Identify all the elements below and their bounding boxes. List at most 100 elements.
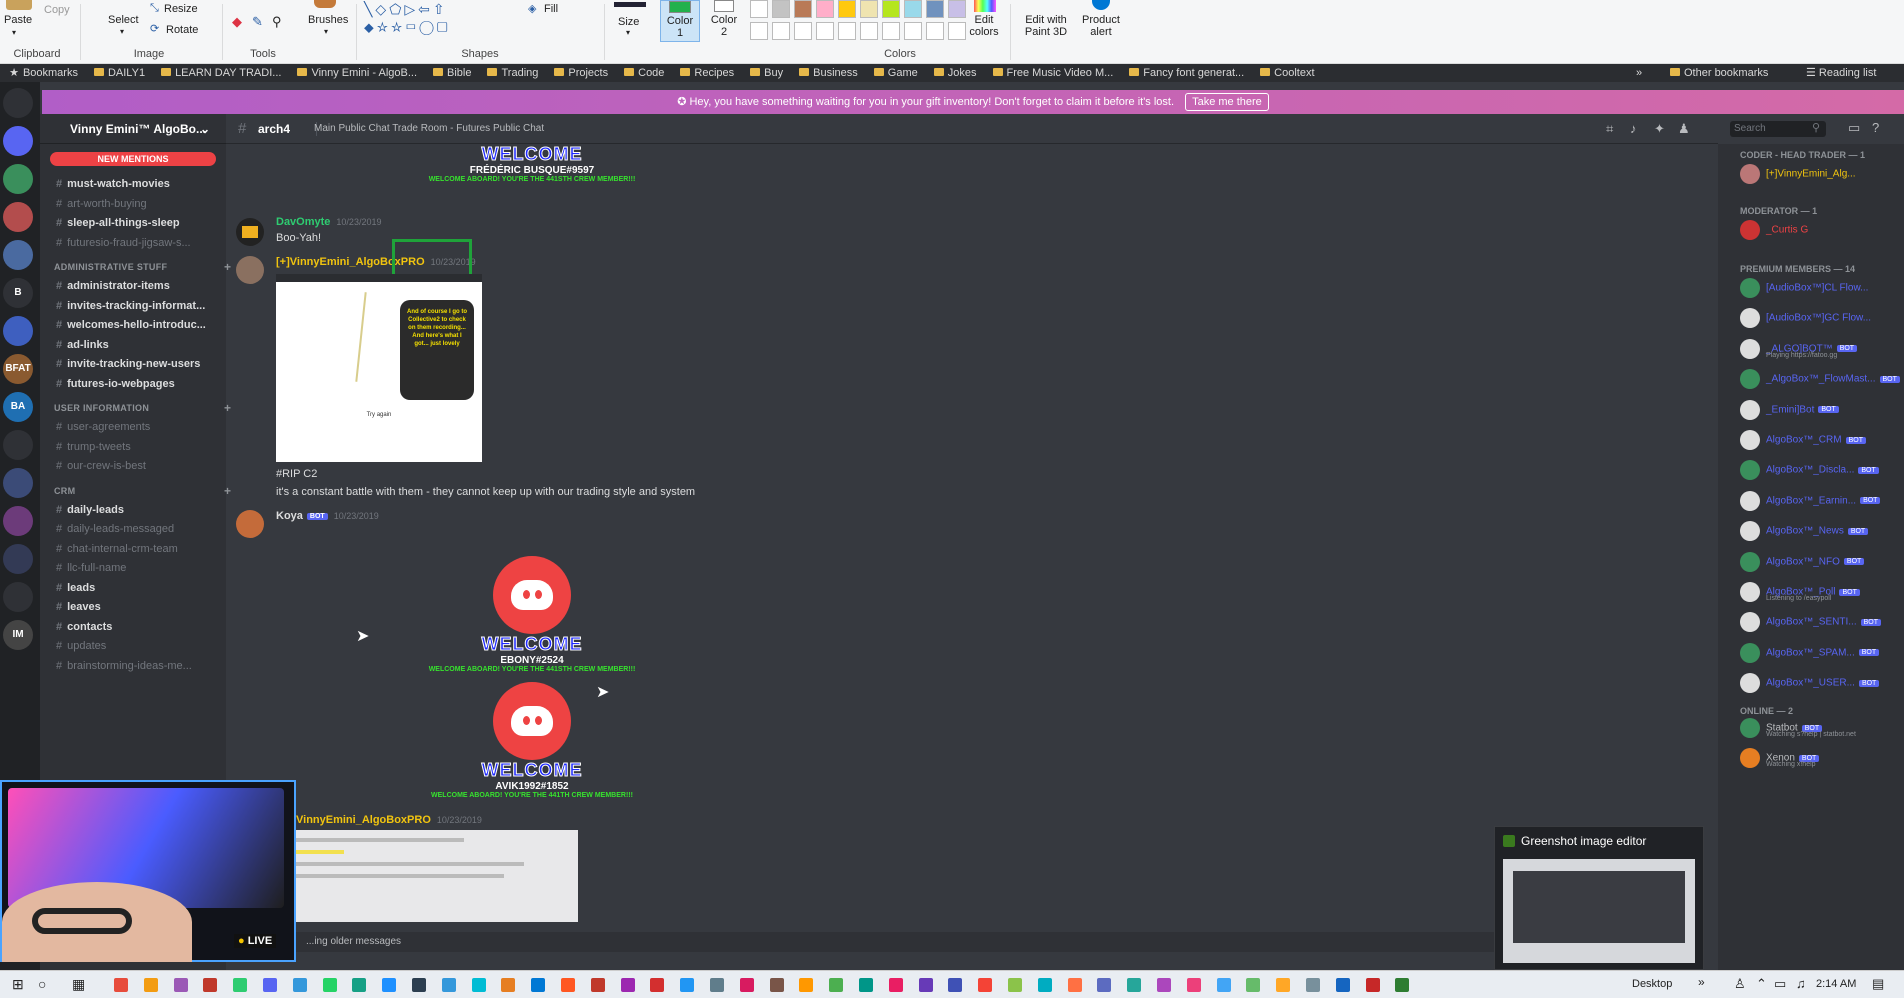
channel-category[interactable]: ADMINISTRATIVE STUFF + — [54, 260, 231, 274]
member-item[interactable]: AlgoBox™_News BOT — [1740, 521, 1900, 543]
channel-item[interactable]: # ad-links — [56, 339, 220, 351]
taskbar-app-icon[interactable] — [412, 978, 426, 992]
taskbar-app-icon[interactable] — [1037, 978, 1052, 992]
server-icon[interactable] — [3, 544, 33, 574]
bookmark-item[interactable]: DAILY1 — [93, 64, 145, 82]
taskbar-app-icon[interactable] — [978, 978, 993, 992]
taskbar-app-icon[interactable] — [859, 978, 873, 992]
taskbar-app-icon[interactable] — [1365, 978, 1380, 992]
taskbar-app-icon[interactable] — [680, 978, 695, 992]
new-mentions-pill[interactable]: NEW MENTIONS — [50, 152, 216, 166]
color1-button[interactable]: Color 1 — [660, 0, 700, 42]
volume-icon[interactable]: ♫ — [1796, 976, 1806, 991]
taskbar-app-icon[interactable] — [1276, 978, 1291, 992]
taskbar-app-icon[interactable] — [1395, 978, 1410, 992]
taskbar-app-icon[interactable] — [829, 978, 844, 992]
palette-swatch[interactable] — [904, 0, 922, 18]
members-icon[interactable]: ♟ — [1678, 121, 1690, 137]
avatar[interactable] — [236, 218, 264, 246]
server-icon[interactable]: B — [3, 278, 33, 308]
channel-item[interactable]: # sleep-all-things-sleep — [56, 217, 220, 229]
channel-item[interactable]: # welcomes-hello-introduc... — [56, 319, 220, 331]
bookmark-item[interactable]: Game — [873, 64, 918, 82]
taskbar-app-icon[interactable] — [888, 978, 903, 992]
server-icon[interactable]: BFAT — [3, 354, 33, 384]
channel-item[interactable]: # our-crew-is-best — [56, 460, 220, 472]
member-item[interactable]: [+]VinnyEmini_Alg... — [1740, 164, 1900, 186]
server-icon[interactable] — [3, 164, 33, 194]
bookmark-item[interactable]: Jokes — [933, 64, 977, 82]
member-item[interactable]: AlgoBox™_Discla... BOT — [1740, 460, 1900, 482]
notification-icon[interactable]: ▤ — [1872, 976, 1884, 992]
avatar[interactable] — [236, 256, 264, 284]
taskbar-app-icon[interactable] — [471, 978, 486, 992]
channel-item[interactable]: # invites-tracking-informat... — [56, 300, 220, 312]
server-icon[interactable]: BA — [3, 392, 33, 422]
fill-button[interactable]: Fill — [544, 3, 558, 15]
palette-swatch-empty[interactable] — [750, 22, 768, 40]
channel-item[interactable]: # art-worth-buying — [56, 198, 220, 210]
member-item[interactable]: AlgoBox™_CRM BOT — [1740, 430, 1900, 452]
reading-list[interactable]: ☰ Reading list — [1806, 64, 1904, 82]
channel-item[interactable]: # user-agreements — [56, 421, 220, 433]
taskbar-app-icon[interactable] — [352, 978, 367, 992]
pin-icon[interactable]: ✦ — [1654, 121, 1665, 137]
taskbar-app-icon[interactable] — [501, 978, 516, 992]
channel-item[interactable]: # futuresio-fraud-jigsaw-s... — [56, 237, 220, 249]
channel-item[interactable]: # llc-full-name — [56, 562, 220, 574]
channel-item[interactable]: # trump-tweets — [56, 441, 220, 453]
brushes-button[interactable]: Brushes — [308, 14, 348, 26]
channel-item[interactable]: # must-watch-movies — [56, 178, 220, 190]
avatar[interactable] — [236, 510, 264, 538]
rotate-button[interactable]: Rotate — [166, 24, 198, 36]
bookmark-item[interactable]: Recipes — [680, 64, 734, 82]
taskbar-app-icon[interactable] — [203, 978, 218, 992]
channel-category[interactable]: CRM + — [54, 484, 231, 498]
taskbar-app-icon[interactable] — [233, 978, 248, 992]
windows-start-icon[interactable]: ⊞ — [12, 976, 24, 993]
taskbar-app-icon[interactable] — [531, 978, 546, 992]
inbox-icon[interactable]: ▭ — [1848, 120, 1860, 136]
channel-item[interactable]: # daily-leads-messaged — [56, 523, 220, 535]
edit-with-paint3d-button[interactable]: Edit with Paint 3D — [1018, 14, 1074, 38]
bookmark-item[interactable]: LEARN DAY TRADI... — [161, 64, 281, 82]
palette-swatch[interactable] — [772, 0, 790, 18]
edit-colors-button[interactable]: Edit colors — [962, 14, 1006, 38]
channel-item[interactable]: # leads — [56, 582, 220, 594]
threads-icon[interactable]: ⌗ — [1606, 121, 1613, 137]
message-image[interactable]: And of course I go to Collective2 to che… — [276, 274, 482, 462]
people-icon[interactable]: ♙ — [1734, 976, 1746, 992]
task-view-icon[interactable]: ▦ — [72, 976, 85, 993]
bookmark-item[interactable]: Free Music Video M... — [992, 64, 1113, 82]
palette-swatch-empty[interactable] — [926, 22, 944, 40]
palette-swatch[interactable] — [838, 0, 856, 18]
channel-item[interactable]: # daily-leads — [56, 504, 220, 516]
palette-swatch-empty[interactable] — [794, 22, 812, 40]
server-icon[interactable]: IM — [3, 620, 33, 650]
chevron-right-icon[interactable]: » — [1636, 64, 1642, 82]
member-item[interactable]: AlgoBox™_Poll BOT Listening to /easypoll — [1740, 582, 1900, 606]
palette-swatch[interactable] — [860, 0, 878, 18]
taskbar-app-icon[interactable] — [1008, 978, 1022, 992]
channel-item[interactable]: # invite-tracking-new-users — [56, 358, 220, 370]
taskbar-app-icon[interactable] — [173, 978, 188, 992]
bookmark-item[interactable]: Code — [624, 64, 664, 82]
taskbar-app-icon[interactable] — [441, 978, 456, 992]
server-icon[interactable] — [3, 88, 33, 118]
taskbar-app-icon[interactable] — [1186, 978, 1201, 992]
taskbar-app-icon[interactable] — [561, 978, 575, 992]
taskbar-app-icon[interactable] — [799, 978, 814, 992]
bookmark-item[interactable]: Vinny Emini - AlgoB... — [297, 64, 417, 82]
member-item[interactable]: AlgoBox™_SPAM... BOT — [1740, 642, 1900, 665]
channel-item[interactable]: # chat-internal-crm-team — [56, 543, 220, 555]
bookmark-item[interactable]: Business — [799, 64, 858, 82]
take-me-there-button[interactable]: Take me there — [1185, 93, 1269, 111]
bookmark-item[interactable]: Fancy font generat... — [1129, 64, 1244, 82]
member-item[interactable]: [AudioBox™]CL Flow... — [1740, 278, 1900, 300]
palette-swatch-empty[interactable] — [816, 22, 834, 40]
copy-button[interactable]: Copy — [44, 4, 70, 16]
taskbar-app-icon[interactable] — [918, 978, 933, 992]
taskbar-app-icon[interactable] — [1306, 978, 1320, 992]
server-icon[interactable] — [3, 582, 33, 612]
taskbar-app-icon[interactable] — [292, 978, 307, 992]
